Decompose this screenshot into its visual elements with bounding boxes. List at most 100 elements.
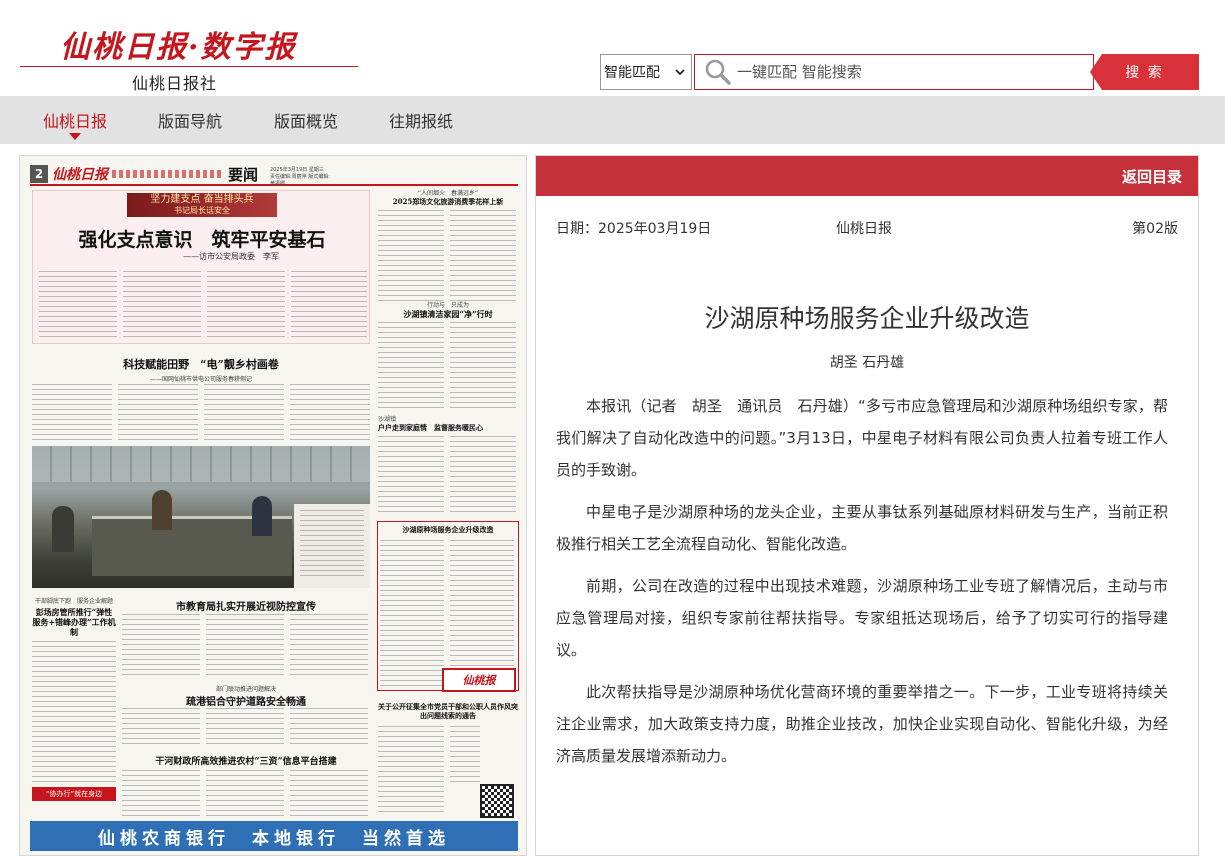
bank-advertisement[interactable]: 仙桃农商银行 本地银行 当然首选 xyxy=(30,821,518,851)
left-head-3-kicker: 干部脚底下跑 服务企业解题 xyxy=(34,598,113,605)
article-author: 胡圣 石丹雄 xyxy=(829,355,905,371)
article-title: 沙湖原种场服务企业升级改造 xyxy=(704,304,1030,333)
article-paragraph: 中星电子是沙湖原种场的龙头企业，主要从事钛系列基础原材料研发与生产，当前正积极推… xyxy=(556,503,1168,553)
news-photo[interactable] xyxy=(32,446,370,588)
headline-main-sub: ——访市公安局政委 李军 xyxy=(183,252,279,261)
right-head-5: 关于公开征集全市党员干部和公职人员作风突出问题线索的通告 xyxy=(378,702,518,720)
text-column xyxy=(290,614,368,678)
article-tourism[interactable]: “人间烟火 春满远乡” 2025郑场文化旅游消费季花样上新 xyxy=(378,188,518,306)
logo-divider xyxy=(20,66,358,67)
article-pengchang[interactable]: 干部脚底下跑 服务企业解题 彭场房管所推行“弹性服务+错峰办理”工作机制 “协办… xyxy=(32,596,116,818)
text-column xyxy=(122,770,200,816)
text-column xyxy=(207,271,285,341)
right-head-4: 沙湖原种场服务企业升级改造 xyxy=(402,525,494,534)
nav-item-page-navigation[interactable]: 版面导航 xyxy=(158,96,222,144)
slogan-red: “协办行”就在身边 xyxy=(32,787,116,801)
text-column xyxy=(450,322,516,408)
left-head-3: 彭场房管所推行“弹性服务+错峰办理”工作机制 xyxy=(32,607,116,637)
article-paragraph: 前期，公司在改造的过程中出现技术难题，沙湖原种场工业专班了解情况后，主动与市应急… xyxy=(556,577,1168,659)
stamp-text: 仙桃报 xyxy=(462,674,496,687)
headline-2: 科技赋能田野 “电”靓乡村画卷 xyxy=(123,358,279,371)
nav-item-page-overview[interactable]: 版面概览 xyxy=(274,96,338,144)
nav-item-label: 版面导航 xyxy=(158,112,223,131)
text-column xyxy=(378,726,444,816)
article-panel: 返回目录 日期：2025年03月19日 仙桃日报 第02版 沙湖原种场服务企业升… xyxy=(535,155,1199,856)
center-head-1: 市教育局扎实开展近视防控宣传 xyxy=(176,602,316,613)
text-column xyxy=(32,641,116,783)
article-lead[interactable]: 坚力建支点 奋当排头兵 书记局长话安全 强化支点意识 筑牢平安基石 ——访市公安… xyxy=(32,190,370,344)
right-head-1: 2025郑场文化旅游消费季花样上新 xyxy=(392,197,504,206)
text-column xyxy=(450,540,514,686)
page-number: 2 xyxy=(30,165,48,183)
photo-roof xyxy=(32,446,370,482)
search-input[interactable] xyxy=(737,56,1077,88)
right-head-2-kicker: 行动与 只成为 xyxy=(426,302,469,309)
headline-2-sub: ——国网仙桃市供电公司服务春耕侧记 xyxy=(149,376,252,383)
article-date: 日期：2025年03月19日 xyxy=(556,221,712,237)
search-mode-select[interactable]: 智能匹配 xyxy=(600,54,692,90)
search-mode-value: 智能匹配 xyxy=(604,65,660,81)
chevron-down-icon xyxy=(675,69,685,76)
photo-person xyxy=(152,490,172,530)
photo-caption-box xyxy=(294,504,370,588)
article-education[interactable]: 市教育局扎实开展近视防控宣传 xyxy=(122,598,370,680)
qr-code xyxy=(480,784,514,818)
back-to-contents-link[interactable]: 返回目录 xyxy=(1122,156,1182,196)
text-column xyxy=(204,384,284,442)
text-column xyxy=(123,271,201,341)
nav-item-xiantao-daily[interactable]: 仙桃日报 xyxy=(43,96,107,144)
nav-item-past-issues[interactable]: 往期报纸 xyxy=(389,96,453,144)
nav-item-label: 版面概览 xyxy=(274,112,339,131)
search-button[interactable]: 搜 索 xyxy=(1090,54,1199,90)
headline-main: 强化支点意识 筑牢平安基石 xyxy=(78,229,326,251)
main-nav: 仙桃日报 版面导航 版面概览 往期报纸 xyxy=(0,96,1225,144)
banner-slogan-text: 坚力建支点 奋当排头兵 xyxy=(150,194,254,205)
text-column xyxy=(118,384,198,442)
text-column xyxy=(378,322,444,408)
article-tech-village[interactable]: 科技赋能田野 “电”靓乡村画卷 ——国网仙桃市供电公司服务春耕侧记 xyxy=(32,356,370,444)
section-title: 要闻 xyxy=(228,166,259,184)
article-paper-name: 仙桃日报 xyxy=(836,221,892,237)
text-column xyxy=(122,614,200,678)
text-column xyxy=(290,708,368,748)
article-shahu-clean[interactable]: 行动与 只成为 沙湖镇清洁家园“净”行时 xyxy=(378,300,518,410)
article-road-safety[interactable]: 部门联动推进问题解决 疏港铝合守护道路安全畅通 xyxy=(122,684,370,750)
banner-slogan: 坚力建支点 奋当排头兵 书记局长话安全 xyxy=(127,193,277,217)
text-column xyxy=(450,726,480,782)
banner-sub-text: 书记局长话安全 xyxy=(174,206,230,215)
text-column xyxy=(206,708,284,748)
article-shahu-upgrade-highlighted[interactable]: 沙湖原种场服务企业升级改造 xyxy=(377,521,519,691)
photo-person xyxy=(52,506,74,552)
site-logo[interactable]: 仙桃日报·数字报 仙桃日报社 xyxy=(20,14,360,93)
text-column xyxy=(450,436,516,516)
stamp-logo: 仙桃报 xyxy=(442,668,516,692)
text-column xyxy=(378,436,444,516)
right-head-3: 户户走到家庭情 监督服务暖民心 xyxy=(378,423,483,432)
center-head-3: 干河财政所高效推进农村“三资”信息平台搭建 xyxy=(155,757,337,767)
text-column xyxy=(290,770,368,816)
paper-logo: 仙桃日报 xyxy=(52,167,108,183)
article-ganhe-finance[interactable]: 干河财政所高效推进农村“三资”信息平台搭建 xyxy=(122,754,370,818)
site-header: 仙桃日报·数字报 仙桃日报社 智能匹配 搜 索 xyxy=(0,0,1225,96)
text-column xyxy=(122,708,200,748)
panel-header-bar: 返回目录 xyxy=(536,156,1198,196)
text-column xyxy=(206,614,284,678)
article-supervision[interactable]: 沙湖镇 户户走到家庭情 监督服务暖民心 xyxy=(378,414,518,518)
text-column xyxy=(32,384,112,442)
search-box xyxy=(694,54,1094,90)
center-head-2: 疏港铝合守护道路安全畅通 xyxy=(186,697,306,708)
right-head-1-kicker: “人间烟火 春满远乡” xyxy=(417,190,479,197)
photo-caption-text xyxy=(300,510,364,576)
article-page: 第02版 xyxy=(1132,221,1178,237)
newspaper-page-header: 2 仙桃日报 要闻 2025年3月19日 星期三 责任编辑:周丽萍 版式编辑:黄… xyxy=(30,164,518,187)
nav-item-label: 往期报纸 xyxy=(389,112,454,131)
text-column xyxy=(290,384,370,442)
text-column xyxy=(380,540,444,686)
article-paragraph: 本报讯（记者 胡圣 通讯员 石丹雄）“多亏市应急管理局和沙湖原种场组织专家，帮我… xyxy=(556,397,1168,479)
text-column xyxy=(39,271,117,341)
photo-person xyxy=(252,496,272,536)
newspaper-page[interactable]: 2 仙桃日报 要闻 2025年3月19日 星期三 责任编辑:周丽萍 版式编辑:黄… xyxy=(19,155,527,856)
article-paragraph: 此次帮扶指导是沙湖原种场优化营商环境的重要举措之一。下一步，工业专班将持续关注企… xyxy=(556,683,1168,765)
text-column xyxy=(378,210,444,304)
text-column xyxy=(291,271,367,341)
